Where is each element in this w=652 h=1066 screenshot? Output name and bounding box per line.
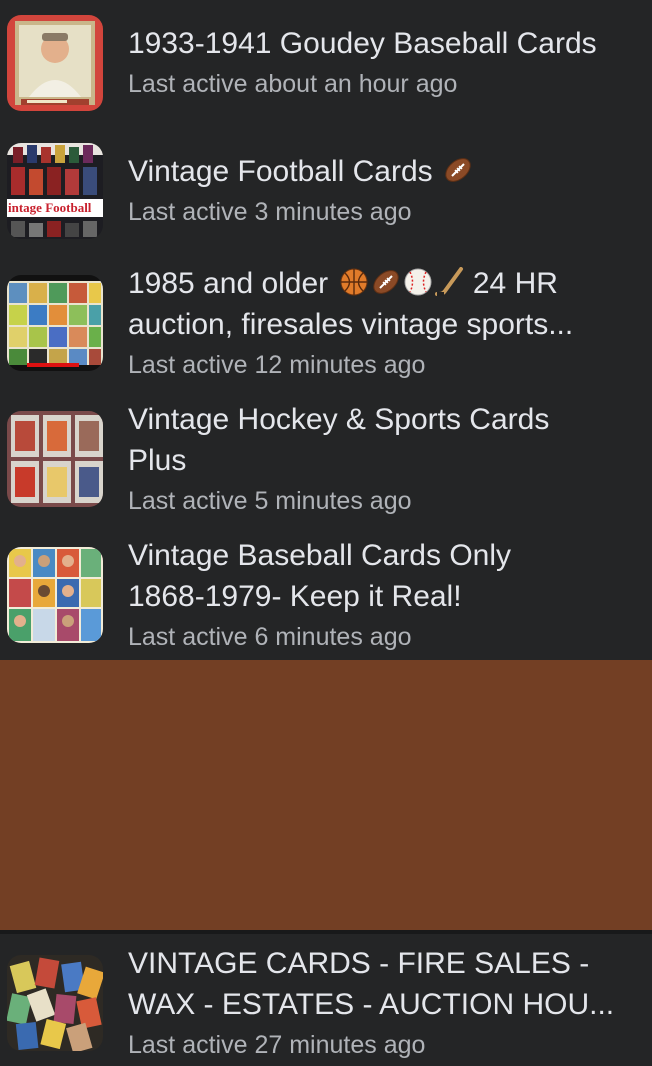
group-title: Vintage Football Cards (128, 151, 638, 192)
card-grid-thumbnail (7, 275, 103, 371)
group-title: 1985 and older 24 HR (128, 267, 558, 300)
last-active-text: Last active 12 minutes ago (128, 351, 426, 379)
ad-placeholder-block (0, 660, 652, 930)
hockey-cards-thumbnail (7, 411, 103, 507)
basketball-icon (339, 267, 369, 297)
thumb-banner-text: intage Football (8, 200, 92, 215)
group-row-vintage-baseball-only[interactable]: Vintage Baseball Cards Only 1868-1979- K… (0, 528, 652, 660)
group-row-goudey[interactable]: 1933-1941 Goudey Baseball Cards Last act… (0, 0, 652, 128)
goudey-card-thumbnail (7, 15, 103, 111)
last-active-text: Last active 27 minutes ago (128, 1031, 426, 1059)
last-active-text: Last active about an hour ago (128, 70, 458, 98)
group-row-vintage-hockey[interactable]: Vintage Hockey & Sports Cards Plus Last … (0, 392, 652, 526)
group-title-line2: WAX - ESTATES - AUCTION HOU... (128, 988, 615, 1021)
last-active-text: Last active 6 minutes ago (128, 623, 412, 651)
card-pile-thumbnail (7, 955, 103, 1051)
last-active-text: Last active 5 minutes ago (128, 487, 412, 515)
baseball-card-grid-thumbnail (7, 547, 103, 643)
hockey-stick-icon (434, 267, 465, 297)
american-football-icon (371, 267, 401, 297)
group-row-1985-older[interactable]: 1985 and older 24 HR auction, firesales … (0, 256, 652, 388)
group-title-line2: 1868-1979- Keep it Real! (128, 580, 462, 613)
last-active-text: Last active 3 minutes ago (128, 198, 412, 226)
american-football-icon (443, 155, 473, 185)
group-row-vintage-cards-fire-sales[interactable]: VINTAGE CARDS - FIRE SALES - WAX - ESTAT… (0, 934, 652, 1066)
group-title-line2: auction, firesales vintage sports... (128, 308, 574, 341)
football-cards-thumbnail: intage Football (7, 143, 103, 239)
group-title: VINTAGE CARDS - FIRE SALES - (128, 947, 590, 980)
group-title: Vintage Hockey & Sports Cards (128, 403, 550, 436)
group-title: Vintage Baseball Cards Only (128, 539, 511, 572)
group-row-vintage-football[interactable]: intage Football Vintage Football Cards L… (0, 128, 652, 256)
group-title-line2: Plus (128, 444, 187, 477)
group-title: 1933-1941 Goudey Baseball Cards (128, 27, 597, 60)
baseball-icon (403, 267, 433, 297)
